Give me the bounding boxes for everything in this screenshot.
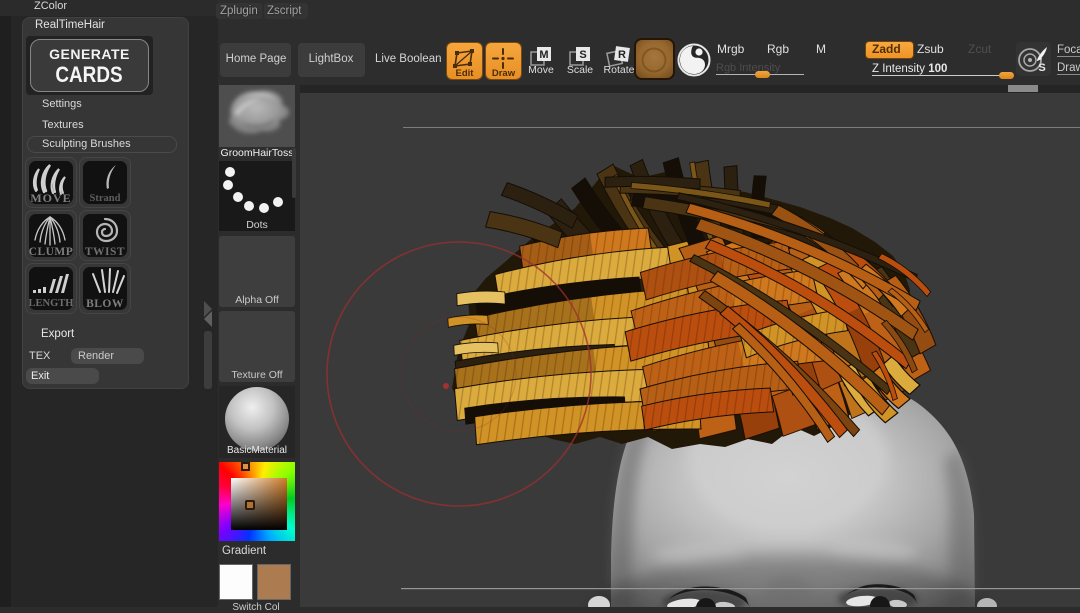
svg-text:M: M [539, 49, 548, 61]
svg-text:Scale: Scale [567, 64, 593, 76]
svg-text:R: R [618, 49, 626, 61]
svg-text:Draw: Draw [492, 68, 516, 79]
svg-text:Edit: Edit [456, 68, 475, 79]
svg-text:S: S [1038, 62, 1045, 74]
svg-text:S: S [579, 49, 586, 61]
svg-text:Move: Move [528, 64, 554, 76]
svg-text:LENGTH: LENGTH [29, 298, 74, 309]
svg-text:Strand: Strand [90, 193, 121, 204]
svg-text:TWIST: TWIST [85, 246, 125, 258]
svg-text:MOVE: MOVE [30, 191, 71, 205]
svg-text:BLOW: BLOW [86, 298, 124, 310]
svg-text:CLUMP: CLUMP [29, 246, 74, 258]
svg-text:Rotate: Rotate [604, 64, 635, 76]
